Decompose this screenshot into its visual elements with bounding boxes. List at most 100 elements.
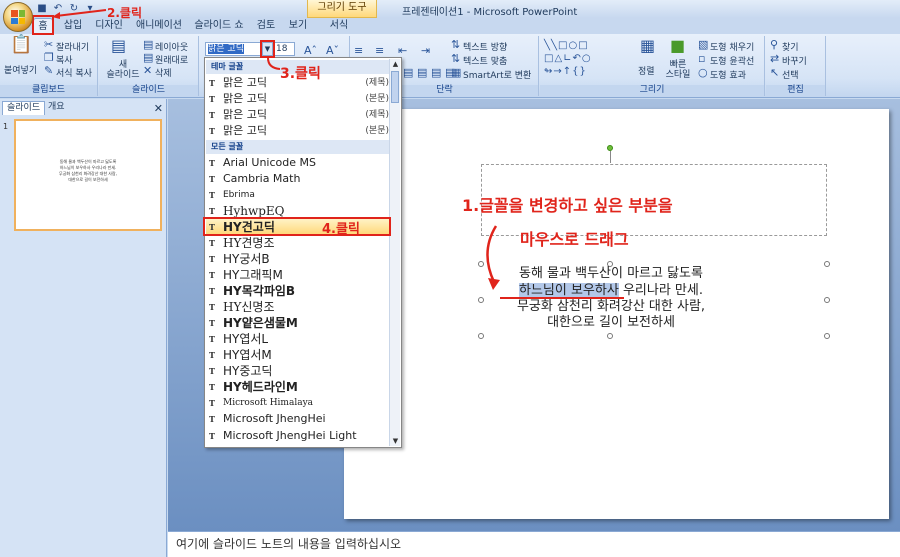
annotation-box-font-option [203, 217, 391, 236]
align-text-icon: ⇅ [451, 52, 461, 65]
arrange-icon[interactable]: ▦ [640, 38, 655, 54]
slide-text-line-3: 무궁화 삼천리 화려강산 대한 사람, [516, 299, 706, 314]
grow-font-icon[interactable]: Aˆ [304, 45, 317, 57]
thumb-text-line: 대한으로 길이 보전하세 [68, 177, 108, 182]
reset-icon: ▤ [143, 51, 154, 64]
font-option[interactable]: T Microsoft JhengHei [206, 411, 391, 427]
cut-button[interactable]: 잘라내기 [56, 40, 89, 53]
numbering-icon[interactable]: ≡ [375, 45, 384, 57]
resize-handle[interactable] [824, 297, 830, 303]
text-direction-button[interactable]: 텍스트 방향 [463, 40, 507, 53]
font-option[interactable]: T 맑은 고딕 (본문) [206, 91, 391, 107]
font-option[interactable]: T HY견명조 [206, 235, 391, 251]
annotation-step3: 3.클릭 [280, 66, 321, 82]
font-name-input[interactable]: 맑은 고딕 [205, 42, 261, 56]
layout-icon: ▤ [143, 38, 154, 51]
resize-handle[interactable] [824, 261, 830, 267]
shape-effects-button[interactable]: 도형 효과 [710, 68, 746, 81]
font-option[interactable]: T 맑은 고딕 (제목) [206, 107, 391, 123]
shapes-gallery-row2-icon[interactable]: □△∟↶○ [544, 53, 592, 65]
bullets-icon[interactable]: ≡ [354, 45, 363, 57]
shapes-gallery-row3-icon[interactable]: ↬→↑{} [544, 66, 587, 78]
thumb-text-line: 하느님이 보우하사 우리나라 만세. [59, 165, 117, 170]
arrange-button[interactable]: 정렬 [638, 64, 655, 77]
notes-pane[interactable]: 여기에 슬라이드 노트의 내용을 입력하십시오 [168, 531, 900, 557]
paste-button[interactable]: 붙여넣기 [4, 63, 37, 76]
smartart-button[interactable]: SmartArt로 변환 [463, 68, 531, 81]
copy-button[interactable]: 복사 [56, 53, 73, 66]
shrink-font-icon[interactable]: Aˇ [326, 45, 339, 57]
slides-panel: 슬라이드 개요 ✕ 1 동해 물과 백두산이 마르고 닳도록 하느님이 보우하사… [0, 99, 167, 557]
resize-handle[interactable] [824, 333, 830, 339]
scrollbar-thumb[interactable] [391, 71, 399, 103]
font-option[interactable]: T Ebrima [206, 187, 391, 203]
tab-view[interactable]: 보기 [285, 18, 311, 34]
tab-review[interactable]: 검토 [253, 18, 279, 34]
format-painter-button[interactable]: 서식 복사 [56, 66, 92, 79]
delete-slide-button[interactable]: 삭제 [155, 66, 172, 79]
select-button[interactable]: 선택 [782, 68, 799, 81]
font-option[interactable]: T HY헤드라인M [206, 379, 391, 395]
font-option[interactable]: T HY궁서B [206, 251, 391, 267]
ribbon: 📋 붙여넣기 ✂ 잘라내기 ❐ 복사 ✎ 서식 복사 클립보드 ▤ 새 슬라이드… [0, 34, 900, 98]
shape-outline-button[interactable]: 도형 윤곽선 [710, 54, 754, 67]
office-button[interactable] [3, 2, 33, 32]
shapes-gallery-icon[interactable]: ╲╲□○□ [544, 40, 589, 52]
font-option[interactable]: T HY엽서L [206, 331, 391, 347]
quick-styles-icon[interactable]: ■ [670, 38, 685, 54]
find-button[interactable]: 찾기 [782, 40, 799, 53]
truetype-icon: T [209, 302, 215, 312]
align-left-icon[interactable]: ▤ [403, 67, 413, 79]
increase-indent-icon[interactable]: ⇥ [421, 45, 430, 57]
align-right-icon[interactable]: ▤ [431, 67, 441, 79]
resize-handle[interactable] [607, 333, 613, 339]
slide-thumbnail[interactable]: 동해 물과 백두산이 마르고 닳도록 하느님이 보우하사 우리나라 만세. 무궁… [14, 119, 162, 231]
tab-outline[interactable]: 개요 [44, 101, 69, 115]
save-icon[interactable]: ■ [36, 3, 48, 15]
font-option[interactable]: T Cambria Math [206, 171, 391, 187]
tab-slideshow[interactable]: 슬라이드 쇼 [190, 18, 248, 34]
truetype-icon: T [209, 94, 215, 104]
editing-group: ⚲ 찾기 ⇄ 바꾸기 ↖ 선택 편집 [766, 36, 826, 96]
quick-styles-button[interactable]: 빠른 스타일 [662, 60, 694, 80]
tab-insert[interactable]: 삽입 [58, 18, 88, 34]
shape-fill-button[interactable]: 도형 채우기 [710, 40, 754, 53]
font-option[interactable]: T HY목각파임B [206, 283, 391, 299]
font-option[interactable]: T Microsoft Himalaya [206, 395, 391, 411]
annotation-underline [500, 297, 624, 299]
font-option[interactable]: T HY신명조 [206, 299, 391, 315]
shape-outline-icon: ▫ [698, 52, 706, 65]
resize-handle[interactable] [478, 333, 484, 339]
office-logo-icon [11, 10, 25, 24]
window-title: 프레젠테이션1 - Microsoft PowerPoint [402, 7, 578, 18]
annotation-curved-arrow [486, 225, 500, 290]
rotation-handle[interactable] [607, 145, 613, 151]
tab-slides[interactable]: 슬라이드 [2, 101, 46, 115]
replace-button[interactable]: 바꾸기 [782, 54, 807, 67]
decrease-indent-icon[interactable]: ⇤ [398, 45, 407, 57]
font-option[interactable]: T HY중고딕 [206, 363, 391, 379]
selected-text[interactable]: 하느님이 보우하사 [519, 283, 619, 298]
font-option[interactable]: T HY엽서M [206, 347, 391, 363]
scroll-up-icon[interactable]: ▲ [390, 59, 401, 69]
layout-button[interactable]: 레이아웃 [155, 40, 188, 53]
reset-button[interactable]: 원래대로 [155, 53, 188, 66]
paste-icon[interactable]: 📋 [10, 36, 32, 54]
font-option[interactable]: T Microsoft JhengHei Light [206, 428, 391, 444]
tab-format[interactable]: 서식 [326, 18, 352, 34]
align-text-button[interactable]: 텍스트 맞춤 [463, 54, 507, 67]
close-icon[interactable]: ✕ [154, 102, 163, 115]
new-slide-icon[interactable]: ▤ [111, 38, 126, 54]
scroll-down-icon[interactable]: ▼ [390, 436, 401, 446]
align-center-icon[interactable]: ▤ [417, 67, 427, 79]
font-option[interactable]: T HY얕은샘물M [206, 315, 391, 331]
annotation-step1-line2: 마우스로 드래그 [520, 230, 629, 249]
new-slide-button[interactable]: 새 슬라이드 [103, 60, 143, 80]
font-size-input[interactable]: 18 [273, 42, 295, 56]
font-dropdown-list[interactable]: 테마 글꼴 T 맑은 고딕 (제목) T 맑은 고딕 (본문) T 맑은 고딕 (제목) T… [204, 57, 402, 448]
font-option[interactable]: T 맑은 고딕 (본문) [206, 123, 391, 139]
editing-group-label: 편집 [766, 85, 825, 96]
dropdown-scrollbar[interactable]: ▲ ▼ [389, 59, 400, 446]
font-option[interactable]: T HY그래픽M [206, 267, 391, 283]
font-option[interactable]: T Arial Unicode MS [206, 155, 391, 171]
